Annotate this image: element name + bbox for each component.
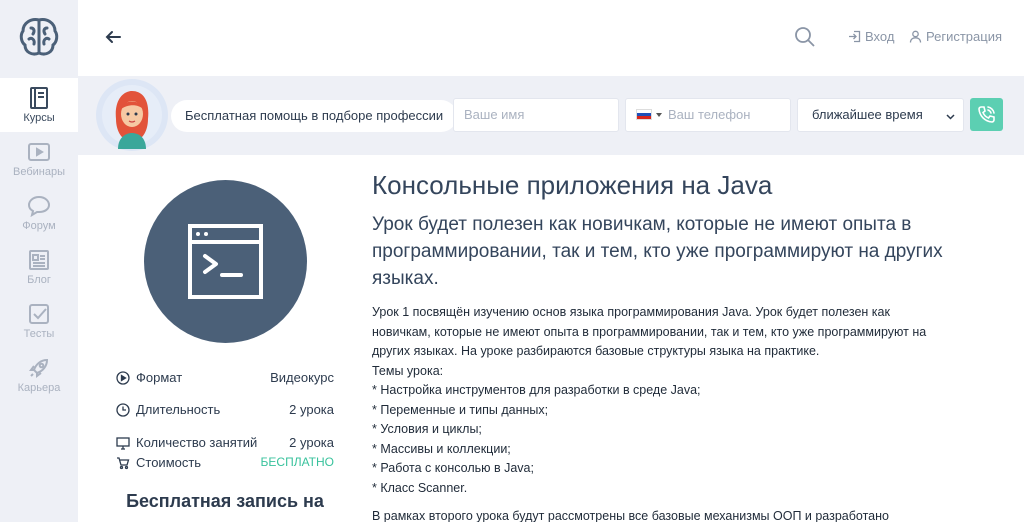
sidebar-item-label: Карьера (17, 382, 61, 394)
info-value: Видеокурс (270, 370, 334, 385)
sidebar-item-tests[interactable]: Тесты (0, 294, 78, 348)
sidebar-item-webinars[interactable]: Вебинары (0, 132, 78, 186)
consultant-illustration (102, 85, 162, 149)
phone-placeholder: Ваш телефон (668, 107, 751, 122)
description-line: * Условия и циклы; (372, 422, 482, 436)
description-line: * Класс Scanner. (372, 480, 468, 495)
rocket-icon (29, 358, 49, 378)
course-image (144, 180, 307, 343)
description-line: * Переменные и типы данных; (372, 402, 549, 417)
sidebar-item-career[interactable]: Карьера (0, 348, 78, 402)
cart-icon (117, 457, 130, 470)
name-input[interactable]: Ваше имя (453, 98, 619, 132)
description-line: * Работа с консолью в Java; (372, 461, 534, 475)
sidebar-item-courses[interactable]: Курсы (0, 78, 78, 132)
sidebar-item-label: Блог (27, 274, 51, 286)
description-line: * Массивы и коллекции; (372, 441, 511, 456)
info-lessons: Количество занятий 2 урока (116, 435, 334, 453)
sidebar-item-label: Вебинары (13, 166, 65, 178)
consultant-avatar (96, 79, 168, 151)
call-button[interactable] (970, 98, 1003, 131)
page-subtitle: Урок будет полезен как новичкам, которые… (372, 214, 943, 289)
login-label: Вход (865, 29, 895, 44)
info-duration: Длительность 2 урока (116, 402, 334, 420)
sidebar-item-blog[interactable]: Блог (0, 240, 78, 294)
description-continued: В рамках второго урока будут рассмотрены… (372, 509, 889, 522)
blog-icon (29, 250, 49, 270)
login-icon (849, 30, 861, 43)
price-free-badge: БЕСПЛАТНО (260, 455, 334, 469)
brain-logo-icon[interactable] (17, 15, 61, 59)
info-value: 2 урока (289, 402, 334, 417)
info-price: Стоимость БЕСПЛАТНО (116, 455, 334, 473)
description-line: * Настройка инструментов для разработки … (372, 383, 701, 397)
description-paragraph: Урок 1 посвящён изучению основ языка про… (372, 305, 927, 358)
consultation-bar: Бесплатная помощь в подборе профессии Ва… (78, 76, 1024, 155)
time-select-value: ближайшее время (812, 107, 923, 122)
info-key: Стоимость (136, 455, 202, 470)
terminal-icon (188, 224, 263, 299)
phone-call-icon (978, 106, 995, 123)
user-icon (909, 30, 922, 43)
sidebar-item-label: Форум (22, 220, 56, 232)
time-select[interactable]: ближайшее время (797, 98, 964, 132)
video-icon (28, 143, 50, 161)
chat-icon (27, 195, 51, 218)
description-line: Темы урока: (372, 363, 444, 378)
chevron-down-icon (946, 114, 955, 120)
phone-input[interactable]: Ваш телефон (625, 98, 791, 132)
info-format: Формат Видеокурс (116, 370, 334, 388)
consultation-text: Бесплатная помощь в подборе профессии (171, 100, 458, 132)
sidebar-item-label: Тесты (23, 328, 55, 340)
play-circle-icon (116, 371, 130, 385)
chevron-down-icon[interactable] (656, 113, 662, 117)
sidebar-item-forum[interactable]: Форум (0, 186, 78, 240)
info-key: Количество занятий (136, 435, 258, 450)
login-link[interactable]: Вход (848, 29, 894, 44)
page-title: Консольные приложения на Java (372, 170, 773, 200)
name-placeholder: Ваше имя (464, 107, 525, 122)
clock-icon (116, 403, 130, 417)
sidebar-item-label: Курсы (23, 112, 55, 124)
search-icon[interactable] (794, 26, 816, 48)
checkbox-icon (29, 304, 49, 324)
info-key: Длительность (136, 402, 221, 417)
course-description: Урок 1 посвящён изучению основ языка про… (372, 303, 952, 498)
register-label: Регистрация (926, 29, 1002, 44)
monitor-icon (116, 437, 130, 450)
free-signup-title: Бесплатная запись на курс (126, 491, 324, 522)
sidebar: Курсы Вебинары Форум Блог Тесты Карьера (0, 0, 78, 522)
russia-flag-icon[interactable] (636, 109, 652, 120)
info-value: 2 урока (289, 435, 334, 450)
back-arrow-icon[interactable] (104, 28, 122, 46)
info-key: Формат (136, 370, 183, 385)
book-icon (30, 87, 48, 109)
register-link[interactable]: Регистрация (909, 29, 1002, 44)
